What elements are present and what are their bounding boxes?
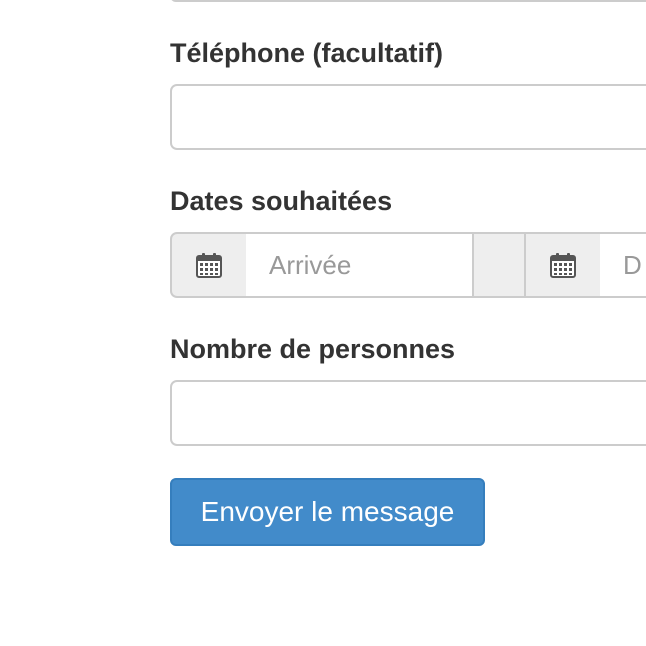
arrival-date-input[interactable] bbox=[246, 232, 474, 298]
calendar-icon bbox=[196, 253, 222, 278]
departure-date-input[interactable] bbox=[600, 232, 646, 298]
departure-calendar-addon[interactable] bbox=[524, 232, 602, 298]
date-range-group bbox=[170, 232, 646, 298]
persons-label: Nombre de personnes bbox=[170, 334, 456, 364]
calendar-icon bbox=[550, 253, 576, 278]
send-message-button[interactable]: Envoyer le message bbox=[170, 478, 485, 546]
arrival-calendar-addon[interactable] bbox=[170, 232, 248, 298]
date-range-separator bbox=[472, 232, 526, 298]
phone-input[interactable] bbox=[170, 84, 646, 150]
persons-input[interactable] bbox=[170, 380, 646, 446]
dates-label: Dates souhaitées bbox=[170, 186, 393, 216]
previous-field-input[interactable] bbox=[170, 0, 646, 2]
phone-label: Téléphone (facultatif) bbox=[170, 38, 444, 68]
contact-form-page: Téléphone (facultatif) Dates souhaitées bbox=[0, 0, 646, 646]
